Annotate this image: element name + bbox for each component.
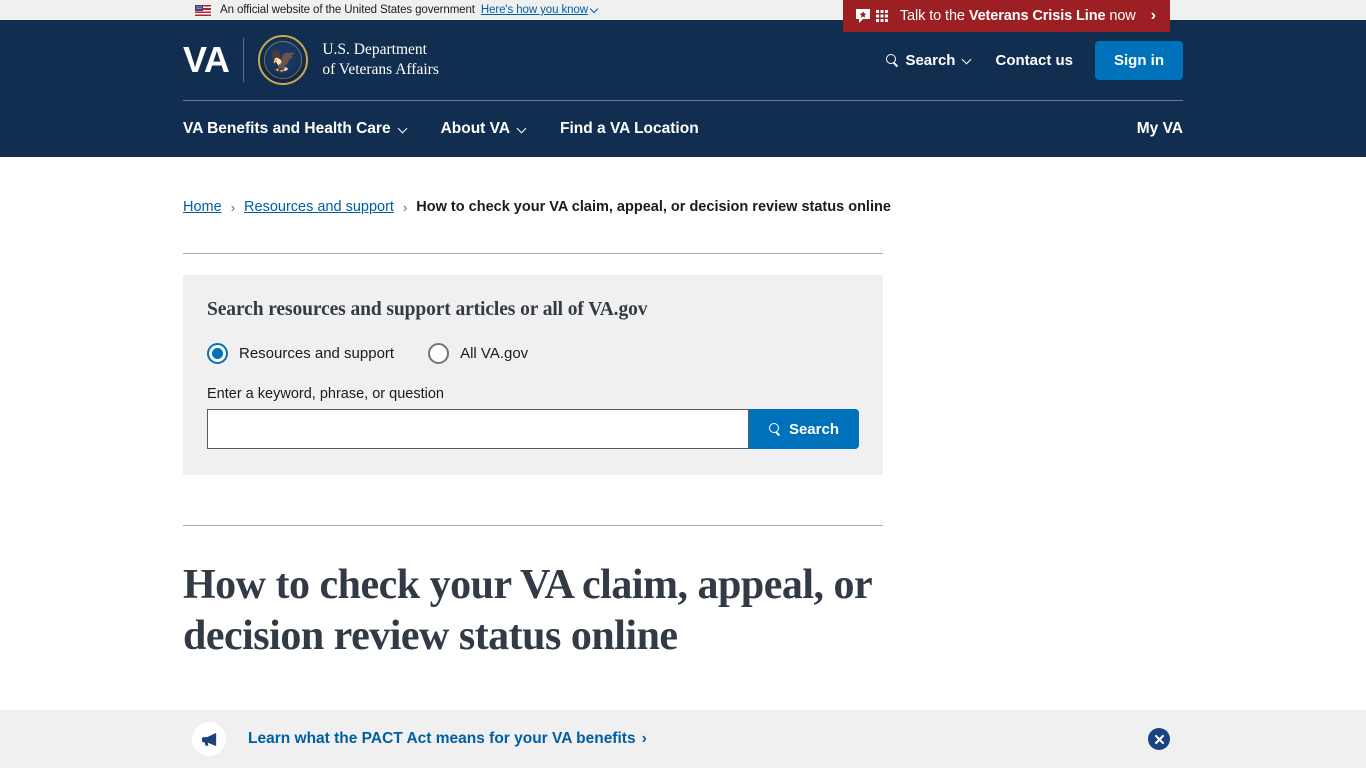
header-divider xyxy=(183,100,1183,101)
page-title: How to check your VA claim, appeal, or d… xyxy=(183,562,872,660)
nav-item-about-va[interactable]: About VA xyxy=(441,120,528,138)
radio-control-selected[interactable] xyxy=(207,343,228,364)
va-seal-icon: 🦅 xyxy=(258,35,309,85)
search-button-label: Search xyxy=(788,420,839,438)
gov-banner-text: An official website of the United States… xyxy=(220,4,475,16)
heres-how-you-know-button[interactable]: Here's how you know xyxy=(481,4,599,16)
contact-us-link[interactable]: Contact us xyxy=(995,52,1073,69)
chevron-down-icon xyxy=(962,55,973,66)
crisis-text-bold: Veterans Crisis Line xyxy=(968,8,1106,24)
crisis-banner-text: Talk to the Veterans Crisis Line now xyxy=(900,8,1136,24)
crisis-chat-keypad-icon xyxy=(855,8,889,25)
search-panel-title: Search resources and support articles or… xyxy=(207,299,648,320)
search-field-label: Enter a keyword, phrase, or question xyxy=(207,386,444,402)
veterans-crisis-line-banner[interactable]: Talk to the Veterans Crisis Line now › xyxy=(842,0,1170,32)
chevron-right-icon: › xyxy=(641,730,647,747)
heres-how-you-know-label: Here's how you know xyxy=(480,4,588,16)
site-header: VA 🦅 U.S. Department of Veterans Affairs… xyxy=(0,20,1366,157)
pact-act-banner: Learn what the PACT Act means for your V… xyxy=(0,710,1366,768)
breadcrumb-item-home[interactable]: Home xyxy=(183,199,222,215)
search-submit-button[interactable]: Search xyxy=(748,409,859,449)
header-actions: Search Contact us Sign in xyxy=(886,40,1183,80)
breadcrumb-item-current: How to check your VA claim, appeal, or d… xyxy=(416,199,891,215)
va-department-line2: of Veterans Affairs xyxy=(322,61,439,78)
nav-label: About VA xyxy=(440,120,511,137)
nav-item-va-benefits-and-health-care[interactable]: VA Benefits and Health Care xyxy=(183,120,409,138)
megaphone-icon xyxy=(192,722,226,756)
radio-option-all-va-gov[interactable]: All VA.gov xyxy=(428,343,528,364)
breadcrumb-item-resources-and-support[interactable]: Resources and support xyxy=(244,199,394,215)
radio-label: Resources and support xyxy=(239,345,395,362)
divider-above-search xyxy=(183,253,883,254)
va-gov-page: An official website of the United States… xyxy=(0,0,1366,768)
search-scope-radio-group: Resources and support All VA.gov xyxy=(207,343,859,364)
chevron-down-icon xyxy=(517,124,528,135)
close-icon[interactable] xyxy=(1148,728,1170,750)
divider-below-search xyxy=(183,525,883,526)
search-icon xyxy=(886,54,898,66)
search-menu-label: Search xyxy=(905,51,956,69)
logo-divider xyxy=(243,38,245,82)
main-navigation: VA Benefits and Health Care About VA Fin… xyxy=(183,101,1183,157)
breadcrumb: Home › Resources and support › How to ch… xyxy=(183,157,1183,215)
search-icon xyxy=(768,423,781,435)
va-wordmark: VA xyxy=(183,39,230,80)
pact-act-link[interactable]: Learn what the PACT Act means for your V… xyxy=(248,730,647,748)
crisis-text-suffix: now xyxy=(1105,8,1136,24)
us-flag-icon xyxy=(195,4,211,16)
nav-item-find-a-va-location[interactable]: Find a VA Location xyxy=(560,120,699,138)
header-top-row: VA 🦅 U.S. Department of Veterans Affairs… xyxy=(183,20,1183,100)
search-menu-button[interactable]: Search xyxy=(886,52,973,69)
radio-label: All VA.gov xyxy=(460,345,529,362)
search-panel: Search resources and support articles or… xyxy=(183,275,883,475)
nav-item-my-va[interactable]: My VA xyxy=(1137,120,1183,138)
nav-label: VA Benefits and Health Care xyxy=(183,120,391,137)
nav-label: Find a VA Location xyxy=(560,120,699,137)
pact-act-link-label: Learn what the PACT Act means for your V… xyxy=(248,730,636,747)
chevron-down-icon xyxy=(398,124,409,135)
sign-in-button[interactable]: Sign in xyxy=(1095,40,1183,80)
chevron-right-icon: › xyxy=(1150,7,1156,24)
radio-option-resources-and-support[interactable]: Resources and support xyxy=(207,343,394,364)
search-input[interactable] xyxy=(207,409,749,449)
va-logo-home-link[interactable]: VA 🦅 U.S. Department of Veterans Affairs xyxy=(183,35,439,85)
main-content: Home › Resources and support › How to ch… xyxy=(183,157,1183,662)
radio-control-unselected[interactable] xyxy=(428,343,450,364)
va-department-name: U.S. Department of Veterans Affairs xyxy=(322,40,439,80)
breadcrumb-separator: › xyxy=(402,199,408,215)
crisis-text-prefix: Talk to the xyxy=(899,8,969,24)
chevron-down-icon xyxy=(591,6,599,14)
breadcrumb-separator: › xyxy=(230,199,236,215)
va-department-line1: U.S. Department xyxy=(322,41,427,59)
